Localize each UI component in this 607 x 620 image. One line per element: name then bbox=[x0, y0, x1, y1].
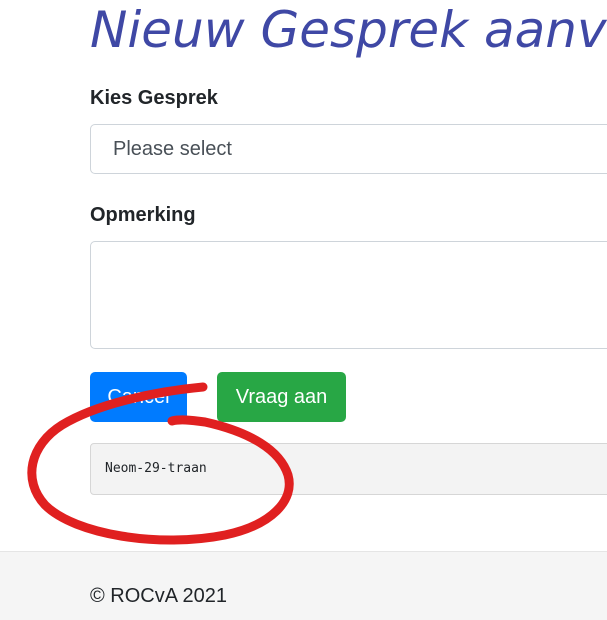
code-text: Neom-29-traan bbox=[105, 461, 207, 476]
page-title: Nieuw Gesprek aanvraag bbox=[90, 1, 607, 59]
main-content: Nieuw Gesprek aanvraag Kies Gesprek Plea… bbox=[0, 0, 607, 551]
code-block: Neom-29-traan bbox=[90, 443, 607, 495]
gesprek-label: Kies Gesprek bbox=[90, 87, 218, 109]
page: Nieuw Gesprek aanvraag Kies Gesprek Plea… bbox=[0, 0, 607, 620]
vraag-aan-button[interactable]: Vraag aan bbox=[217, 372, 346, 422]
footer-copyright: © ROCvA 2021 bbox=[90, 585, 228, 607]
footer: © ROCvA 2021 bbox=[0, 551, 607, 620]
cancel-button[interactable]: Cancel bbox=[90, 372, 187, 422]
opmerking-textarea[interactable] bbox=[90, 241, 607, 349]
gesprek-select-value: Please select bbox=[113, 138, 232, 160]
opmerking-label: Opmerking bbox=[90, 204, 196, 226]
gesprek-select[interactable]: Please select bbox=[90, 124, 607, 174]
